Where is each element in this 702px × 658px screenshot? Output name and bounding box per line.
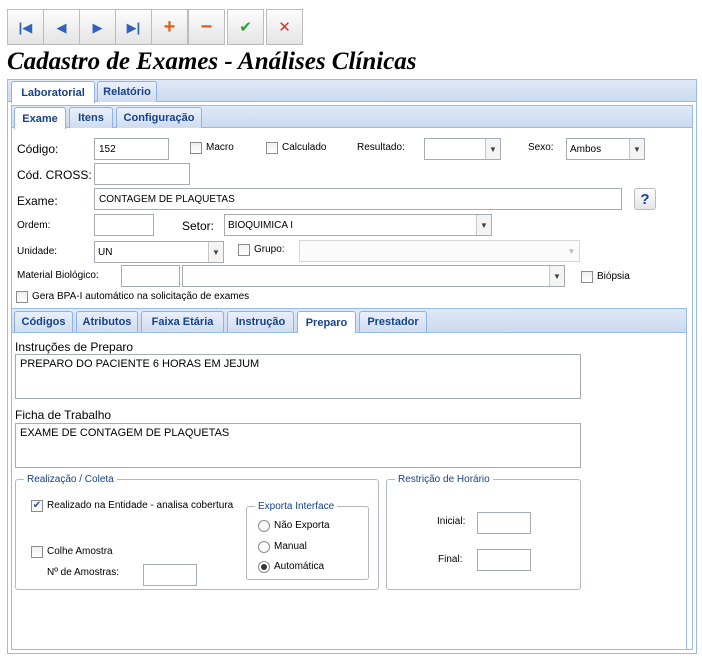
- gera-bpa-checkbox[interactable]: [16, 291, 28, 303]
- page-title: Cadastro de Exames - Análises Clínicas: [7, 48, 417, 75]
- instrucoes-label: Instruções de Preparo: [15, 340, 134, 354]
- sexo-select[interactable]: Ambos ▼: [566, 138, 645, 160]
- radio-manual[interactable]: [258, 541, 270, 553]
- chevron-down-icon: ▼: [549, 266, 564, 286]
- main-tab-bar: Laboratorial Relatório: [8, 80, 696, 103]
- next-record-icon: ▶: [92, 19, 103, 35]
- exporta-legend: Exporta Interface: [258, 501, 335, 512]
- radio-selected-dot: [261, 564, 267, 570]
- previous-record-button[interactable]: ◀: [43, 9, 80, 45]
- tab-relatorio[interactable]: Relatório: [97, 81, 157, 102]
- radio-nao-exporta[interactable]: [258, 520, 270, 532]
- chevron-down-icon: ▼: [208, 242, 223, 262]
- cancel-button[interactable]: ✕: [266, 9, 303, 45]
- plus-icon: +: [163, 16, 176, 38]
- nao-exporta-label: Não Exporta: [274, 520, 330, 531]
- final-input[interactable]: [477, 549, 531, 571]
- tab-exame[interactable]: Exame: [14, 107, 66, 129]
- next-record-button[interactable]: ▶: [79, 9, 116, 45]
- tab-instrucao[interactable]: Instrução: [227, 311, 294, 332]
- realizado-checkbox[interactable]: ✔: [31, 500, 43, 512]
- setor-select[interactable]: BIOQUIMICA I ▼: [224, 214, 492, 236]
- ordem-input[interactable]: [94, 214, 154, 236]
- help-button[interactable]: ?: [634, 188, 656, 210]
- biopsia-checkbox[interactable]: [581, 271, 593, 283]
- setor-label: Setor:: [182, 219, 215, 233]
- tab-preparo[interactable]: Preparo: [297, 311, 356, 333]
- cod-cross-input[interactable]: [94, 163, 190, 185]
- grupo-select[interactable]: ▼: [299, 240, 580, 262]
- radio-automatica[interactable]: [258, 561, 270, 573]
- biopsia-label: Biópsia: [597, 271, 630, 282]
- macro-label: Macro: [206, 142, 234, 153]
- num-amostras-label: Nº de Amostras:: [47, 567, 120, 578]
- grupo-label: Grupo:: [254, 244, 285, 255]
- last-record-icon: ▶|: [126, 19, 141, 35]
- resultado-select[interactable]: ▼: [424, 138, 501, 160]
- sexo-value: Ambos: [570, 143, 602, 155]
- unidade-label: Unidade:: [17, 246, 58, 257]
- tab-itens[interactable]: Itens: [69, 107, 113, 128]
- colhe-amostra-label: Colhe Amostra: [47, 546, 113, 557]
- chevron-down-icon: ▼: [476, 215, 491, 235]
- material-code-input[interactable]: [121, 265, 180, 287]
- macro-checkbox[interactable]: [190, 142, 202, 154]
- automatica-label: Automática: [274, 561, 325, 572]
- first-record-button[interactable]: |◀: [7, 9, 44, 45]
- chevron-down-icon: ▼: [485, 139, 500, 159]
- codigo-input[interactable]: 152: [94, 138, 169, 160]
- previous-record-icon: ◀: [56, 19, 67, 35]
- detail-tab-bar: Códigos Atributos Faixa Etária Instrução…: [12, 309, 686, 333]
- instrucoes-textarea[interactable]: PREPARO DO PACIENTE 6 HORAS EM JEJUM: [15, 354, 581, 399]
- manual-label: Manual: [274, 541, 307, 552]
- exame-label: Exame:: [17, 194, 58, 208]
- unidade-select[interactable]: UN ▼: [94, 241, 224, 263]
- gera-bpa-label: Gera BPA-I automático na solicitação de …: [32, 291, 250, 302]
- close-icon: ✕: [278, 18, 291, 36]
- unidade-value: UN: [98, 246, 113, 258]
- material-label: Material Biológico:: [17, 270, 99, 281]
- realizacao-legend: Realização / Coleta: [27, 474, 114, 485]
- ficha-label: Ficha de Trabalho: [15, 408, 112, 422]
- first-record-icon: |◀: [18, 19, 33, 35]
- tab-faixa-etaria[interactable]: Faixa Etária: [141, 311, 224, 332]
- tab-configuracao[interactable]: Configuração: [116, 107, 202, 128]
- ficha-textarea[interactable]: EXAME DE CONTAGEM DE PLAQUETAS: [15, 423, 581, 468]
- tab-codigos[interactable]: Códigos: [14, 311, 73, 332]
- confirm-button[interactable]: ✔: [227, 9, 264, 45]
- last-record-button[interactable]: ▶|: [115, 9, 152, 45]
- setor-value: BIOQUIMICA I: [228, 219, 294, 231]
- cod-cross-label: Cód. CROSS:: [17, 168, 92, 182]
- material-select[interactable]: ▼: [182, 265, 565, 287]
- exame-input[interactable]: CONTAGEM DE PLAQUETAS: [94, 188, 622, 210]
- inicial-input[interactable]: [477, 512, 531, 534]
- grupo-checkbox[interactable]: [238, 244, 250, 256]
- codigo-label: Código:: [17, 142, 59, 156]
- ordem-label: Ordem:: [17, 220, 51, 231]
- chevron-down-icon: ▼: [629, 139, 644, 159]
- help-icon: ?: [640, 190, 650, 208]
- checkmark-icon: ✔: [239, 18, 252, 36]
- calculado-label: Calculado: [282, 142, 327, 153]
- resultado-label: Resultado:: [357, 142, 405, 153]
- tab-atributos[interactable]: Atributos: [76, 311, 138, 332]
- sexo-label: Sexo:: [528, 142, 554, 153]
- tab-laboratorial[interactable]: Laboratorial: [11, 81, 95, 103]
- calculado-checkbox[interactable]: [266, 142, 278, 154]
- tab-prestador[interactable]: Prestador: [359, 311, 427, 332]
- remove-button[interactable]: −: [188, 9, 225, 45]
- inicial-label: Inicial:: [437, 516, 466, 527]
- restricao-legend: Restrição de Horário: [398, 474, 490, 485]
- sub-tab-bar: Exame Itens Configuração: [12, 106, 692, 129]
- num-amostras-input[interactable]: [143, 564, 197, 586]
- realizado-label: Realizado na Entidade - analisa cobertur…: [47, 500, 234, 511]
- colhe-amostra-checkbox[interactable]: [31, 546, 43, 558]
- chevron-down-icon: ▼: [567, 246, 576, 256]
- add-button[interactable]: +: [151, 9, 188, 45]
- minus-icon: −: [200, 16, 213, 38]
- final-label: Final:: [438, 554, 463, 565]
